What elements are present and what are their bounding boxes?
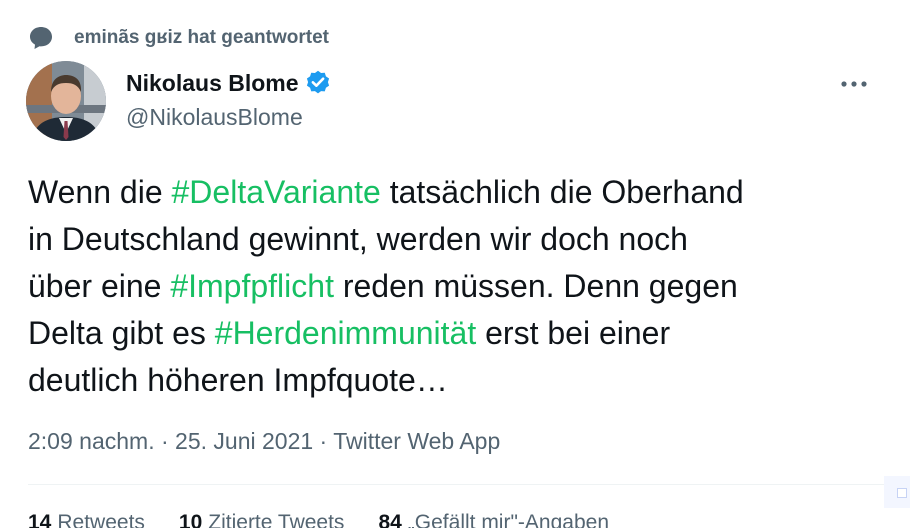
stat-label: „Gefällt mir"-Angaben bbox=[407, 511, 609, 528]
floating-widget[interactable] bbox=[884, 476, 910, 508]
stat-label: Retweets bbox=[57, 511, 145, 528]
tweet-source-app[interactable]: Twitter Web App bbox=[333, 428, 500, 454]
tweet-text-segment: Delta gibt es bbox=[28, 315, 215, 351]
divider bbox=[28, 484, 896, 485]
hashtag-link[interactable]: #Herdenimmunität bbox=[215, 315, 476, 351]
tweet-date[interactable]: 25. Juni 2021 bbox=[175, 428, 313, 454]
author-handle[interactable]: @NikolausBlome bbox=[126, 104, 303, 131]
tweet-text: Wenn die #DeltaVariante tatsächlich die … bbox=[28, 169, 878, 404]
tweet-text-segment: tatsächlich die Oberhand bbox=[380, 174, 744, 210]
stat-likes[interactable]: 84 „Gefällt mir"-Angaben bbox=[378, 511, 609, 528]
tweet-stats: 14 Retweets 10 Zitierte Tweets 84 „Gefällt … bbox=[28, 511, 609, 528]
tweet-line: Delta gibt es #Herdenimmunität erst bei … bbox=[28, 310, 878, 357]
tweet-line: in Deutschland gewinnt, werden wir doch … bbox=[28, 216, 878, 263]
tweet-text-segment: deutlich höheren Impfquote… bbox=[28, 362, 448, 398]
stat-count: 84 bbox=[378, 511, 402, 528]
hashtag-link[interactable]: #Impfpflicht bbox=[170, 268, 334, 304]
speech-bubble-icon bbox=[28, 25, 54, 51]
tweet-text-segment: über eine bbox=[28, 268, 171, 304]
avatar[interactable] bbox=[26, 61, 106, 141]
tweet-line: deutlich höheren Impfquote… bbox=[28, 357, 878, 404]
tweet-line: Wenn die #DeltaVariante tatsächlich die … bbox=[28, 169, 878, 216]
author-name[interactable]: Nikolaus Blome bbox=[126, 69, 332, 97]
hashtag-link[interactable]: #DeltaVariante bbox=[172, 174, 381, 210]
tweet-text-segment: erst bei einer bbox=[476, 315, 671, 351]
more-options-button[interactable] bbox=[836, 70, 872, 98]
tweet-meta: 2:09 nachm. · 25. Juni 2021 · Twitter We… bbox=[28, 428, 500, 455]
meta-separator: · bbox=[154, 428, 176, 454]
widget-dot bbox=[897, 488, 907, 498]
verified-badge-icon bbox=[304, 69, 332, 97]
tweet-text-segment: reden müssen. Denn gegen bbox=[333, 268, 738, 304]
reply-context: eminãs gʁiz hat geantwortet bbox=[28, 24, 329, 52]
stat-count: 14 bbox=[28, 511, 52, 528]
tweet-time[interactable]: 2:09 nachm. bbox=[28, 428, 155, 454]
meta-separator: · bbox=[313, 428, 334, 454]
tweet-text-segment: Wenn die bbox=[28, 174, 172, 210]
stat-label: Zitierte Tweets bbox=[208, 511, 345, 528]
tweet-text-segment: in Deutschland gewinnt, werden wir doch … bbox=[28, 221, 688, 257]
stat-retweets[interactable]: 14 Retweets bbox=[28, 511, 145, 528]
more-horizontal-icon bbox=[841, 81, 867, 87]
tweet-line: über eine #Impfpflicht reden müssen. Den… bbox=[28, 263, 878, 310]
reply-context-text[interactable]: eminãs gʁiz hat geantwortet bbox=[74, 27, 329, 49]
author-name-text[interactable]: Nikolaus Blome bbox=[126, 70, 299, 97]
stat-quote-tweets[interactable]: 10 Zitierte Tweets bbox=[179, 511, 345, 528]
stat-count: 10 bbox=[178, 511, 203, 528]
